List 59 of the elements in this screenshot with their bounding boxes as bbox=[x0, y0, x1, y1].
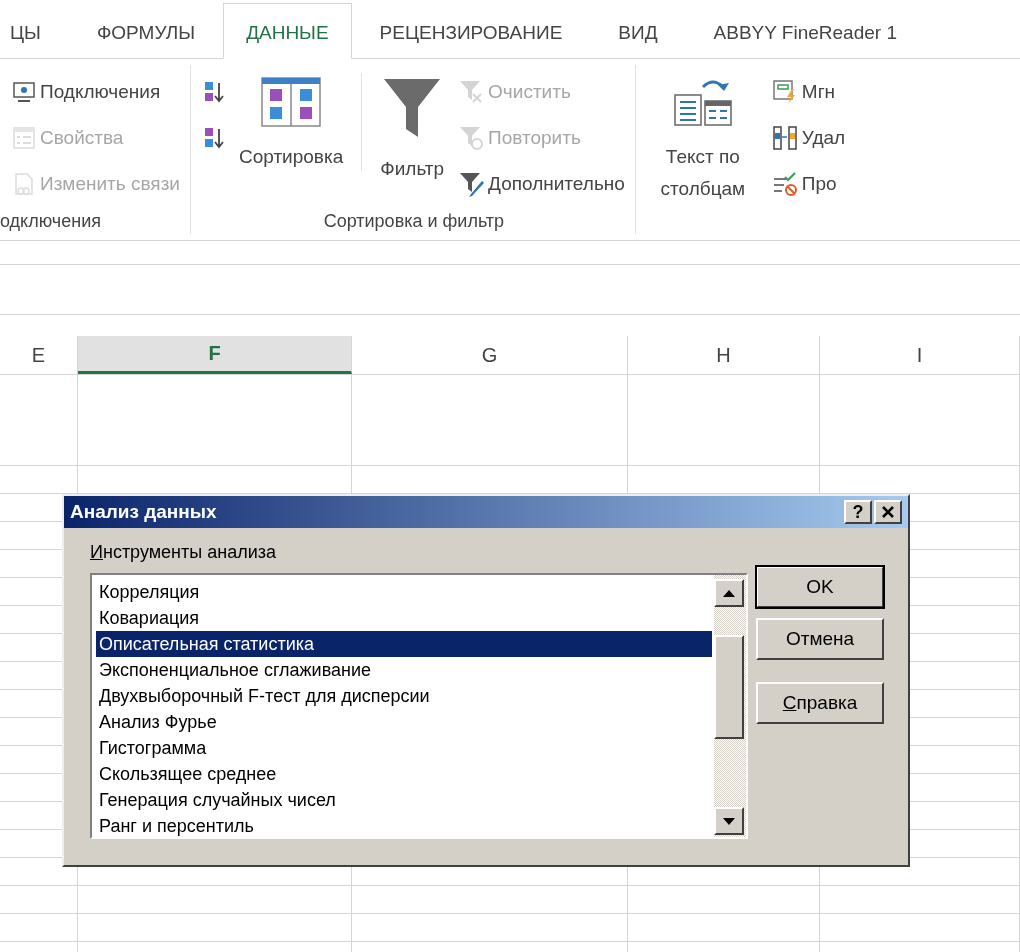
ribbon-tab[interactable]: ВИД bbox=[618, 22, 658, 58]
down-arrow-icon bbox=[723, 817, 735, 825]
dialog-button[interactable]: Отмена bbox=[756, 618, 884, 660]
ribbon-tab[interactable]: РЕЦЕНЗИРОВАНИЕ bbox=[379, 22, 563, 58]
column-header[interactable]: G bbox=[352, 336, 628, 374]
ribbon-button[interactable]: Мгн bbox=[771, 73, 846, 111]
sort-table-icon bbox=[261, 77, 322, 127]
properties-icon bbox=[12, 126, 36, 150]
ribbon-tab[interactable]: ФОРМУЛЫ bbox=[96, 22, 196, 58]
monitor-icon bbox=[12, 81, 36, 103]
ribbon-button[interactable]: Дополнительно bbox=[458, 165, 625, 203]
ribbon-large-button[interactable]: Текст по столбцам bbox=[647, 73, 758, 211]
close-icon bbox=[881, 505, 895, 519]
help-button[interactable]: ? bbox=[844, 500, 872, 524]
scroll-up-button[interactable] bbox=[714, 579, 744, 607]
funnel-icon bbox=[382, 77, 443, 139]
column-header[interactable]: I bbox=[820, 336, 1020, 374]
sort-ascending-icon bbox=[203, 80, 225, 104]
list-item[interactable]: Ковариация bbox=[96, 605, 712, 631]
tools-list[interactable]: Корреляция Ковариация Описательная статистика Экспоненциальное сглаживание Двухвыборочный F-тест для дисперсии Анализ Фурье Гистограмма Скользящее среднее Генерация случайных чисел Ранг и персентиль bbox=[90, 573, 748, 839]
ribbon-button[interactable]: Про bbox=[771, 165, 846, 203]
list-item[interactable]: Скользящее среднее bbox=[96, 761, 712, 787]
funnel-pencil-icon bbox=[458, 171, 485, 197]
ribbon-button[interactable]: Подключения bbox=[12, 73, 180, 111]
ribbon-large-button[interactable]: Фильтр bbox=[380, 73, 445, 211]
column-header[interactable]: H bbox=[628, 336, 820, 374]
column-header[interactable]: F bbox=[78, 336, 352, 374]
ribbon-tab[interactable]: ABBYY FineReader 1 bbox=[713, 22, 897, 58]
list-item[interactable]: Описательная статистика bbox=[96, 631, 712, 657]
scroll-thumb[interactable] bbox=[714, 635, 744, 739]
funnel-cross-icon bbox=[458, 79, 485, 105]
list-item[interactable]: Двухвыборочный F-тест для дисперсии bbox=[96, 683, 712, 709]
dialog-title: Анализ данных bbox=[70, 501, 218, 523]
ribbon-large-button[interactable]: Сортировка bbox=[239, 73, 344, 211]
list-item[interactable]: Гистограмма bbox=[96, 735, 712, 761]
dialog-button[interactable]: OK bbox=[756, 566, 884, 608]
list-item[interactable]: Анализ Фурье bbox=[96, 709, 712, 735]
table-lightning-icon bbox=[771, 79, 798, 105]
ribbon-button[interactable]: Удал bbox=[771, 119, 846, 157]
list-item[interactable]: Корреляция bbox=[96, 579, 712, 605]
list-item[interactable]: Генерация случайных чисел bbox=[96, 787, 712, 813]
ribbon-tab[interactable]: ДАННЫЕ bbox=[223, 3, 352, 59]
check-stop-icon bbox=[771, 171, 798, 197]
page-link-icon bbox=[12, 172, 36, 196]
text-columns-icon bbox=[672, 77, 733, 127]
columns-arrow-icon bbox=[771, 125, 798, 151]
sort-descending-icon bbox=[203, 126, 225, 150]
up-arrow-icon bbox=[723, 589, 735, 597]
dialog-button[interactable]: Справка bbox=[756, 682, 884, 724]
group-label: Сортировка и фильтр bbox=[322, 211, 506, 233]
funnel-refresh-icon bbox=[458, 125, 485, 151]
scrollbar[interactable] bbox=[714, 575, 746, 837]
list-label: Инструменты анализа bbox=[90, 542, 278, 563]
ribbon-tab[interactable]: ЦЫ bbox=[10, 22, 41, 58]
list-item[interactable]: Экспоненциальное сглаживание bbox=[96, 657, 712, 683]
scroll-down-button[interactable] bbox=[714, 807, 744, 835]
close-button[interactable] bbox=[874, 500, 902, 524]
list-item[interactable]: Ранг и персентиль bbox=[96, 813, 712, 839]
group-label: одключения bbox=[0, 211, 102, 233]
